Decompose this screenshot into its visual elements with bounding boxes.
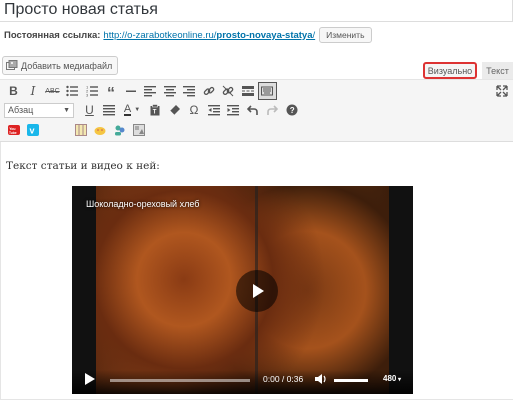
table-plugin-button[interactable] [71,121,90,139]
italic-button[interactable]: I [24,82,43,100]
justify-icon [103,105,115,116]
vimeo-button[interactable]: v [24,121,43,139]
add-media-label: Добавить медиафайл [21,60,113,71]
fullscreen-icon [495,85,508,97]
add-media-button[interactable]: Добавить медиафайл [2,56,119,75]
paste-as-text-button[interactable]: T [146,101,165,119]
editor-content-text[interactable]: Текст статьи и видео к ней: [6,160,160,172]
quality-value: 480 [383,374,397,383]
video-embed[interactable]: Шоколадно-ореховый хлеб 0:00 / 0:36 480 … [72,186,413,394]
align-right-button[interactable] [180,82,199,100]
tab-text[interactable]: Текст [482,62,513,79]
align-right-icon [183,86,195,97]
underline-button[interactable]: U [80,101,99,119]
align-left-button[interactable] [141,82,160,100]
smiley-plugin-button[interactable] [91,121,110,139]
video-controls [72,370,413,394]
bullet-list-button[interactable] [63,82,82,100]
toolbar-row-2: Абзац ▼ U A ▼ T Ω ? [4,101,302,119]
control-play-icon[interactable] [84,372,96,386]
smiley-icon [94,127,106,135]
svg-text:?: ? [289,106,294,115]
toolbar-row-1: B I ABC 123 “ [4,82,277,102]
svg-text:Tube: Tube [9,131,17,135]
undo-icon [246,105,258,115]
chevron-down-icon: ▼ [63,106,70,114]
image-plugin-button[interactable] [130,121,149,139]
read-more-button[interactable] [238,82,257,100]
media-icon [6,60,18,70]
volume-slider[interactable] [334,379,368,382]
svg-text:T: T [153,110,157,116]
youtube-icon: YouTube [7,125,20,135]
justify-button[interactable] [100,101,119,119]
text-color-icon: A [123,103,132,116]
text-color-dropdown-icon: ▼ [134,107,141,113]
help-button[interactable]: ? [282,101,301,119]
permalink-label: Постоянная ссылка: [4,29,101,41]
video-progress-bar[interactable] [110,379,250,382]
video-title: Шоколадно-ореховый хлеб [86,199,200,209]
read-more-icon [241,86,254,96]
quality-selector[interactable]: 480 ▾ [383,374,401,383]
bold-button[interactable]: B [4,82,23,100]
toolbar-row-3: You Tube v [4,121,149,139]
align-center-button[interactable] [160,82,179,100]
paste-icon: T [150,104,160,116]
users-icon [114,125,124,136]
unlink-icon [222,85,234,97]
permalink-edit-button[interactable]: Изменить [319,27,372,43]
outdent-icon [207,105,220,116]
youtube-button[interactable]: You Tube [4,121,23,139]
blockquote-button[interactable]: “ [102,82,121,102]
table-icon [74,124,87,136]
editor-toolbar: B I ABC 123 “ Абзац ▼ U A ▼ T Ω ? You Tube … [0,80,513,142]
bullet-list-icon [66,85,78,97]
indent-button[interactable] [224,101,243,119]
social-plugin-button[interactable] [110,121,129,139]
svg-text:3: 3 [86,93,89,98]
play-icon [253,284,264,298]
numbered-list-button[interactable]: 123 [82,82,101,100]
quality-dropdown-icon: ▾ [396,377,402,383]
redo-icon [267,105,278,115]
redo-button[interactable] [263,101,282,119]
outdent-button[interactable] [204,101,223,119]
text-color-button[interactable]: A ▼ [119,101,145,119]
eraser-icon [169,105,180,116]
horizontal-line-button[interactable] [121,82,140,100]
align-center-icon [163,86,176,97]
undo-button[interactable] [243,101,262,119]
link-icon [203,86,214,96]
video-play-overlay-button[interactable] [236,270,278,312]
volume-icon[interactable] [314,373,328,385]
clear-formatting-button[interactable] [165,101,184,119]
numbered-list-icon: 123 [86,85,98,97]
format-select-value: Абзац [8,105,34,115]
svg-text:v: v [30,126,35,136]
fullscreen-button[interactable] [492,82,511,100]
special-character-button[interactable]: Ω [185,101,204,119]
vimeo-icon: v [27,124,39,136]
permalink-bar: Постоянная ссылка: http://o-zarabotkeonl… [4,26,372,44]
tab-visual[interactable]: Визуально [423,62,477,79]
permalink-link[interactable]: http://o-zarabotkeonline.ru/prosto-novay… [103,30,315,41]
keyboard-icon [261,86,273,96]
indent-icon [227,105,239,116]
strikethrough-button[interactable]: ABC [43,82,62,100]
permalink-url-base: http://o-zarabotkeonline.ru/ [103,29,217,41]
post-title-input[interactable]: Просто новая статья [0,0,513,22]
align-left-icon [144,86,156,97]
permalink-url-end: / [312,29,316,41]
unlink-button[interactable] [219,82,238,100]
video-time: 0:00 / 0:36 [263,374,304,384]
format-select[interactable]: Абзац ▼ [4,102,74,118]
toolbar-toggle-button[interactable] [257,82,277,100]
image-icon [133,124,145,136]
insert-link-button[interactable] [199,82,218,100]
horizontal-line-icon [125,90,136,92]
permalink-slug: prosto-novaya-statya [216,29,313,41]
help-icon: ? [286,104,297,116]
